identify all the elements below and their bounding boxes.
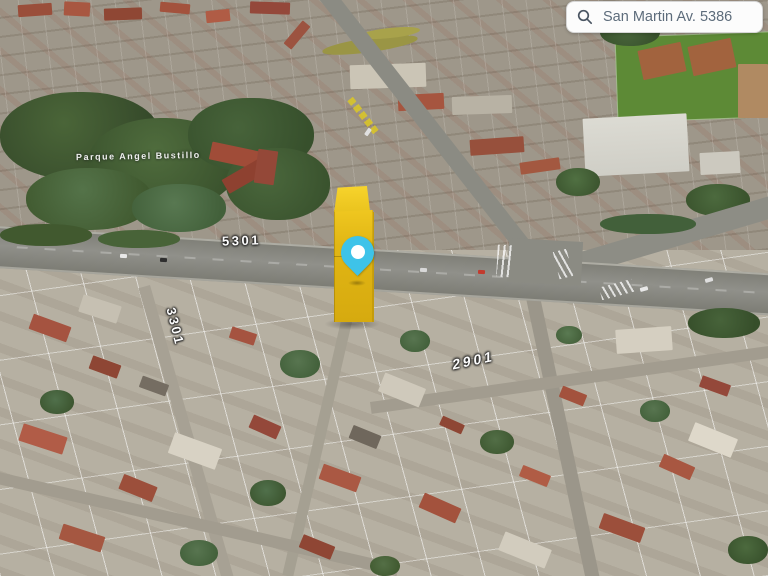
map-canvas[interactable]: 5301 3301 2901 Parque Angel Bustillo (0, 0, 768, 576)
tree-canopy (250, 480, 286, 506)
white-building (699, 150, 741, 176)
crosswalk (496, 244, 514, 278)
location-pin[interactable] (334, 229, 381, 286)
pin-shadow (348, 280, 366, 286)
tree-canopy (400, 330, 430, 352)
car (159, 257, 168, 263)
park-canopy (132, 184, 226, 232)
tree-canopy (556, 326, 582, 344)
rooftop (249, 1, 291, 15)
tree-canopy (688, 308, 760, 338)
tree-row (98, 230, 180, 248)
car (119, 253, 128, 259)
rooftop (63, 1, 91, 17)
tree-canopy (370, 556, 400, 576)
rooftop (17, 2, 53, 18)
rooftop (451, 94, 513, 116)
dirt-patch (738, 64, 768, 118)
tree-canopy (180, 540, 218, 566)
avenue-block-label: 5301 (221, 232, 262, 249)
rooftop (103, 7, 143, 21)
white-roof (615, 326, 673, 354)
intersection (506, 238, 584, 286)
building-top-face (334, 186, 370, 212)
tree-canopy (728, 536, 768, 564)
search-icon (577, 9, 593, 25)
rooftop (205, 8, 231, 24)
tree-canopy (640, 400, 670, 422)
search-bar[interactable] (566, 1, 763, 33)
car (419, 267, 428, 273)
car (477, 269, 486, 275)
park-canopy (26, 168, 152, 230)
tree-canopy (556, 168, 600, 196)
large-white-building (582, 113, 690, 177)
tree-canopy (480, 430, 514, 454)
tree-row (0, 224, 92, 246)
search-input[interactable] (601, 8, 752, 26)
pin-dot (351, 245, 365, 259)
tree-canopy (280, 350, 320, 378)
tree-row (600, 214, 696, 234)
tree-canopy (40, 390, 74, 414)
